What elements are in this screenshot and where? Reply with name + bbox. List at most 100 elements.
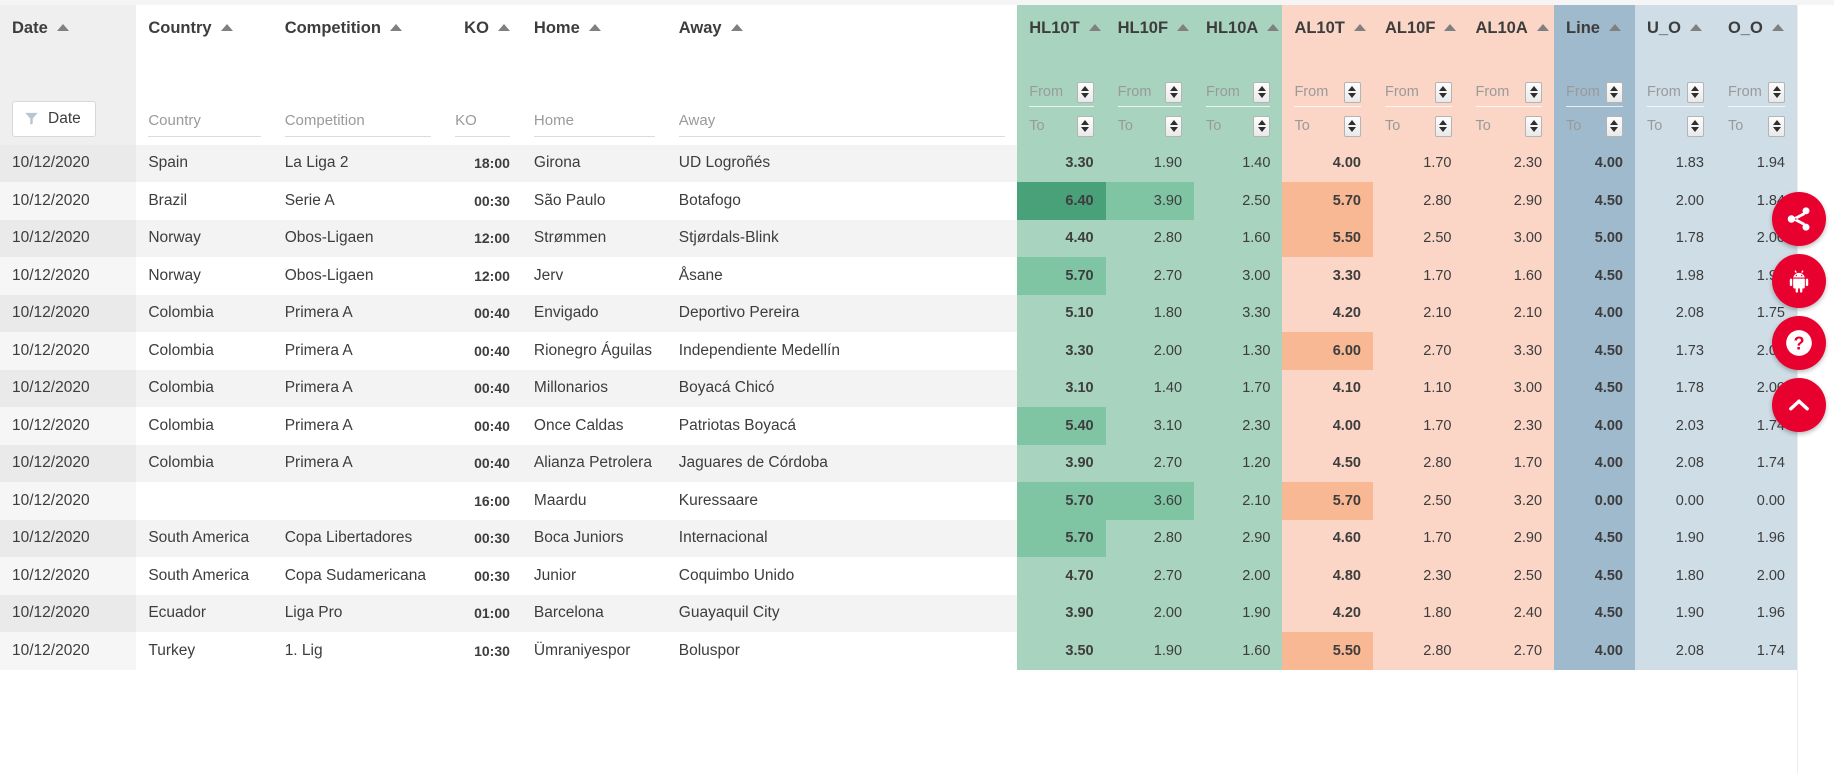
range-from-hl10t[interactable]: From [1029,81,1094,107]
col-header-ko[interactable]: KO [443,0,522,57]
col-header-hl10a[interactable]: HL10A [1194,0,1283,57]
sort-asc-icon-u-o[interactable] [1689,24,1702,32]
spinner-updown-icon-u-o-from[interactable] [1686,81,1704,103]
col-header-al10f[interactable]: AL10F [1372,0,1464,57]
table-row[interactable]: 10/12/2020 Spain La Liga 2 18:00 Girona UD Lo… [0,144,1797,182]
table-row[interactable]: 10/12/2020 South America Copa Libertadores… [0,519,1797,557]
cell-away: Jaguares de Córdoba [666,444,1018,482]
spinner-updown-icon-line-from[interactable] [1605,81,1623,103]
range-to-al10f[interactable]: To [1385,115,1452,137]
range-to-label-hl10t: To [1029,118,1045,134]
sort-asc-icon-hl10a[interactable] [1267,24,1280,32]
table-row[interactable]: 10/12/2020 Brazil Serie A 00:30 São Paulo Bot… [0,182,1797,220]
range-to-hl10f[interactable]: To [1118,115,1183,137]
range-from-al10f[interactable]: From [1384,81,1452,107]
spinner-updown-icon-hl10a-to[interactable] [1253,115,1271,137]
sort-asc-icon-competition[interactable] [389,24,402,32]
spinner-updown-icon-al10a-from[interactable] [1525,81,1543,103]
help-fab[interactable]: ? [1772,316,1826,370]
range-from-al10t[interactable]: From [1294,81,1361,107]
range-from-hl10f[interactable]: From [1117,81,1183,107]
cell-away: Coquimbo Unido [666,557,1018,595]
table-row[interactable]: 10/12/2020 Norway Obos-Ligaen 12:00 Jerv Åsan… [0,257,1797,295]
home-filter-input[interactable]: Home [533,112,655,137]
spinner-updown-icon-al10a-to[interactable] [1525,115,1543,137]
spinner-updown-icon-al10f-from[interactable] [1434,81,1452,103]
spinner-updown-icon-hl10f-from[interactable] [1165,81,1183,103]
col-header-u-o-label: U_O [1646,19,1681,38]
range-to-hl10a[interactable]: To [1206,115,1271,137]
col-header-home[interactable]: Home [521,0,667,57]
table-row[interactable]: 10/12/2020 Colombia Primera A 00:40 Envigado… [0,294,1797,332]
spinner-updown-icon-u-o-to[interactable] [1686,115,1704,137]
spinner-updown-icon-al10f-to[interactable] [1434,115,1452,137]
away-filter-input[interactable]: Away [678,112,1006,137]
sort-asc-icon-o-o[interactable] [1771,24,1784,32]
sort-asc-icon-away[interactable] [730,24,743,32]
spinner-updown-icon-hl10a-from[interactable] [1253,81,1271,103]
sort-asc-icon-ko[interactable] [497,24,510,32]
table-row[interactable]: 10/12/2020 Colombia Primera A 00:40 Rionegro… [0,332,1797,370]
spinner-updown-icon-o-o-to[interactable] [1768,115,1785,137]
col-header-line[interactable]: Line [1554,0,1635,57]
spinner-updown-icon-al10t-to[interactable] [1343,115,1361,137]
spinner-updown-icon-hl10f-to[interactable] [1165,115,1183,137]
col-header-away[interactable]: Away [666,0,1018,57]
sort-asc-icon-hl10t[interactable] [1088,24,1101,32]
table-row[interactable]: 10/12/2020 Colombia Primera A 00:40 Alianza … [0,444,1797,482]
sort-asc-icon-al10f[interactable] [1444,24,1457,32]
ko-filter-input[interactable]: KO [455,112,510,137]
table-row[interactable]: 10/12/2020 Colombia Primera A 00:40 Millonar… [0,369,1797,407]
table-row[interactable]: 10/12/2020 Ecuador Liga Pro 01:00 Barcelona G… [0,594,1797,632]
cell-al10f: 2.50 [1372,219,1464,257]
range-from-label-al10a: From [1475,84,1510,100]
table-row[interactable]: 10/12/2020 Turkey 1. Lig 10:30 Ümraniyespor B… [0,632,1797,670]
range-from-o-o[interactable]: From [1727,81,1785,107]
col-header-hl10t[interactable]: HL10T [1017,0,1106,57]
table-row[interactable]: 10/12/2020 16:00 Maardu Kuressaare 5.70 3.60 2… [0,482,1797,520]
cell-date: 10/12/2020 [0,144,137,182]
spinner-updown-icon-al10t-from[interactable] [1343,81,1361,103]
sort-asc-icon-country[interactable] [220,24,233,32]
table-row[interactable]: 10/12/2020 Colombia Primera A 00:40 Once Cal… [0,407,1797,445]
col-header-country[interactable]: Country [136,0,273,57]
col-header-competition[interactable]: Competition [272,0,444,57]
competition-filter-input[interactable]: Competition [284,112,432,137]
sort-asc-icon-home[interactable] [588,24,601,32]
col-header-al10t[interactable]: AL10T [1282,0,1373,57]
sort-asc-icon-line[interactable] [1608,24,1621,32]
android-fab[interactable] [1772,254,1826,308]
share-fab[interactable] [1772,192,1826,246]
spinner-updown-icon-line-to[interactable] [1605,115,1623,137]
spinner-updown-icon-hl10t-from[interactable] [1076,81,1094,103]
range-to-hl10t[interactable]: To [1029,115,1094,137]
cell-u-o: 1.90 [1634,594,1716,632]
spinner-updown-icon-o-o-from[interactable] [1768,81,1785,103]
range-to-u-o[interactable]: To [1647,115,1704,137]
range-from-hl10a[interactable]: From [1206,81,1271,107]
col-header-o-o[interactable]: O_O [1715,0,1797,57]
sort-asc-icon-al10t[interactable] [1353,24,1366,32]
table-row[interactable]: 10/12/2020 Norway Obos-Ligaen 12:00 Strømmen… [0,219,1797,257]
col-header-date[interactable]: Date [0,0,137,57]
range-from-line[interactable]: From [1566,81,1623,107]
range-to-o-o[interactable]: To [1728,115,1785,137]
sort-asc-icon-hl10f[interactable] [1177,24,1190,32]
col-header-hl10f[interactable]: HL10F [1105,0,1195,57]
table-row[interactable]: 10/12/2020 South America Copa Sudamericana… [0,557,1797,595]
range-to-al10a[interactable]: To [1476,115,1543,137]
col-header-u-o[interactable]: U_O [1634,0,1716,57]
date-filter-button[interactable]: Date [12,100,96,137]
scroll-top-fab[interactable] [1772,378,1826,432]
question-mark-icon: ? [1786,330,1812,356]
range-to-line[interactable]: To [1566,115,1623,137]
range-from-al10a[interactable]: From [1475,81,1543,107]
spinner-updown-icon-hl10t-to[interactable] [1076,115,1094,137]
sort-asc-icon-date[interactable] [56,24,69,32]
col-header-al10a[interactable]: AL10A [1463,0,1555,57]
cell-date: 10/12/2020 [0,632,137,670]
country-filter-input[interactable]: Country [148,112,261,137]
range-to-al10t[interactable]: To [1294,115,1361,137]
sort-asc-icon-al10a[interactable] [1536,24,1549,32]
range-from-u-o[interactable]: From [1646,81,1704,107]
